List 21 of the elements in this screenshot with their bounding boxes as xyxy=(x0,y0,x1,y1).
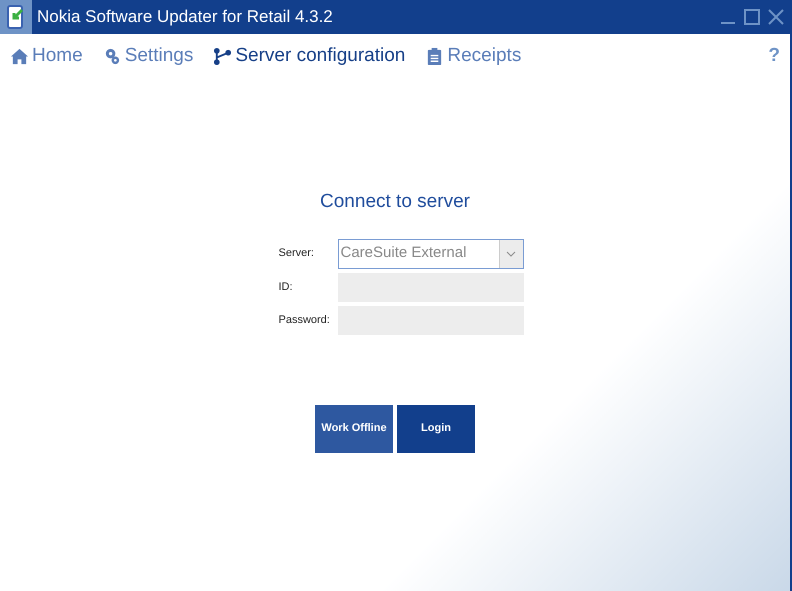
chevron-down-icon xyxy=(506,250,516,256)
dropdown-value: CareSuite External xyxy=(340,243,468,264)
app-icon xyxy=(0,0,32,34)
field-label: Password: xyxy=(278,312,331,328)
server-dropdown[interactable]: CareSuite External xyxy=(338,238,524,268)
nav-tab[interactable]: Settings xyxy=(102,42,194,70)
close-icon[interactable] xyxy=(768,9,784,25)
login-button[interactable]: Login xyxy=(397,404,475,452)
home-icon xyxy=(10,46,29,66)
field-label: ID: xyxy=(278,280,294,295)
window-title: Nokia Software Updater for Retail 4.3.2 xyxy=(37,6,333,28)
work-offline-button[interactable]: Work Offline xyxy=(315,404,393,452)
nav-tab[interactable]: Home xyxy=(10,42,83,70)
form-heading: Connect to server xyxy=(320,190,470,214)
dropdown-button[interactable] xyxy=(498,240,522,268)
maximize-icon[interactable] xyxy=(744,9,760,25)
nodes-icon xyxy=(213,46,232,66)
help-button[interactable]: ? xyxy=(768,42,780,70)
nav-tab[interactable]: Server configuration xyxy=(213,42,406,70)
field-label: Server: xyxy=(278,246,315,262)
nav-tab[interactable]: Receipts xyxy=(425,42,522,70)
